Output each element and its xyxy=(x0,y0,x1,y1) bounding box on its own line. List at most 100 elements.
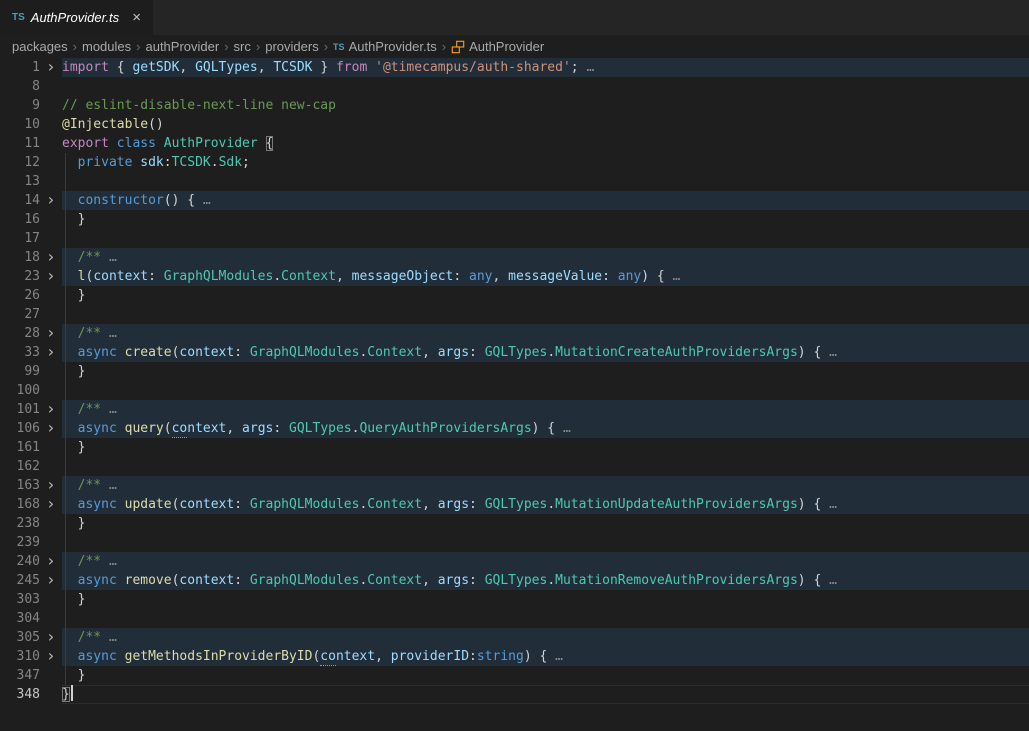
breadcrumb-item-modules[interactable]: modules xyxy=(82,39,131,54)
code-line-26[interactable]: 26 } xyxy=(0,286,1029,305)
code-line-239[interactable]: 239 xyxy=(0,533,1029,552)
token xyxy=(62,155,78,170)
code-line-163[interactable]: 163› /** … xyxy=(0,476,1029,495)
code-line-245[interactable]: 245› async remove(context: GraphQLModule… xyxy=(0,571,1029,590)
typescript-file-icon: TS xyxy=(12,12,25,23)
breadcrumb-item-authprovider[interactable]: authProvider xyxy=(145,39,219,54)
code-line-310[interactable]: 310› async getMethodsInProviderByID(cont… xyxy=(0,647,1029,666)
fold-chevron-icon[interactable]: › xyxy=(40,267,62,286)
breadcrumb-label: packages xyxy=(12,39,68,54)
code-line-162[interactable]: 162 xyxy=(0,457,1029,476)
code-line-18[interactable]: 18› /** … xyxy=(0,248,1029,267)
token: MutationRemoveAuthProvidersArgs xyxy=(555,573,798,588)
code-line-348[interactable]: 348} xyxy=(0,685,1029,704)
token xyxy=(101,402,109,417)
code-line-106[interactable]: 106› async query(context, args: GQLTypes… xyxy=(0,419,1029,438)
fold-chevron-icon[interactable]: › xyxy=(40,628,62,647)
code-line-1[interactable]: 1›import { getSDK, GQLTypes, TCSDK } fro… xyxy=(0,58,1029,77)
fold-chevron-icon[interactable]: › xyxy=(40,58,62,77)
code-line-8[interactable]: 8 xyxy=(0,77,1029,96)
token: /** xyxy=(78,630,101,645)
line-number: 168 xyxy=(0,495,40,514)
breadcrumb-label: AuthProvider.ts xyxy=(349,39,437,54)
tab-authprovider[interactable]: TS AuthProvider.ts × xyxy=(0,0,153,35)
breadcrumb-item-src[interactable]: src xyxy=(234,39,251,54)
fold-chevron-icon[interactable]: › xyxy=(40,400,62,419)
token xyxy=(117,345,125,360)
fold-chevron-icon[interactable]: › xyxy=(40,647,62,666)
code-line-11[interactable]: 11export class AuthProvider { xyxy=(0,134,1029,153)
token: … xyxy=(555,649,563,664)
fold-gutter xyxy=(40,666,62,685)
code-line-17[interactable]: 17 xyxy=(0,229,1029,248)
code-line-347[interactable]: 347 } xyxy=(0,666,1029,685)
code-text: async update(context: GraphQLModules.Con… xyxy=(62,495,1029,514)
token: context xyxy=(93,269,148,284)
code-line-13[interactable]: 13 xyxy=(0,172,1029,191)
code-line-12[interactable]: 12 private sdk:TCSDK.Sdk; xyxy=(0,153,1029,172)
code-line-100[interactable]: 100 xyxy=(0,381,1029,400)
code-line-27[interactable]: 27 xyxy=(0,305,1029,324)
code-line-238[interactable]: 238 } xyxy=(0,514,1029,533)
code-line-161[interactable]: 161 } xyxy=(0,438,1029,457)
fold-chevron-icon[interactable]: › xyxy=(40,571,62,590)
fold-chevron-icon[interactable]: › xyxy=(40,476,62,495)
fold-chevron-icon[interactable]: › xyxy=(40,419,62,438)
code-line-16[interactable]: 16 } xyxy=(0,210,1029,229)
token xyxy=(62,554,78,569)
fold-chevron-icon[interactable]: › xyxy=(40,324,62,343)
token: class xyxy=(117,136,156,151)
line-number: 347 xyxy=(0,666,40,685)
fold-gutter xyxy=(40,438,62,457)
fold-gutter xyxy=(40,134,62,153)
line-number: 10 xyxy=(0,115,40,134)
code-line-304[interactable]: 304 xyxy=(0,609,1029,628)
code-line-168[interactable]: 168› async update(context: GraphQLModule… xyxy=(0,495,1029,514)
line-number: 1 xyxy=(0,58,40,77)
breadcrumb-item-authprovider[interactable]: AuthProvider xyxy=(451,39,544,54)
token: args xyxy=(438,573,469,588)
token xyxy=(62,630,78,645)
token: … xyxy=(829,345,837,360)
code-text: // eslint-disable-next-line new-cap xyxy=(62,96,1029,115)
token: GraphQLModules xyxy=(250,345,360,360)
token: remove xyxy=(125,573,172,588)
code-line-303[interactable]: 303 } xyxy=(0,590,1029,609)
editor[interactable]: 1›import { getSDK, GQLTypes, TCSDK } fro… xyxy=(0,58,1029,704)
fold-chevron-icon[interactable]: › xyxy=(40,495,62,514)
text-cursor xyxy=(71,685,73,701)
fold-chevron-icon[interactable]: › xyxy=(40,552,62,571)
token: Context xyxy=(281,269,336,284)
fold-chevron-icon[interactable]: › xyxy=(40,248,62,267)
token: … xyxy=(109,326,117,341)
breadcrumb-label: src xyxy=(234,39,251,54)
token xyxy=(367,60,375,75)
code-line-14[interactable]: 14› constructor() { … xyxy=(0,191,1029,210)
code-line-10[interactable]: 10@Injectable() xyxy=(0,115,1029,134)
code-line-23[interactable]: 23› l(context: GraphQLModules.Context, m… xyxy=(0,267,1029,286)
code-text: } xyxy=(62,210,1029,229)
token: { xyxy=(109,60,132,75)
token: : xyxy=(469,345,485,360)
breadcrumb-label: providers xyxy=(265,39,318,54)
token: … xyxy=(563,421,571,436)
code-line-28[interactable]: 28› /** … xyxy=(0,324,1029,343)
token: TCSDK xyxy=(273,60,312,75)
close-icon[interactable]: × xyxy=(132,10,141,25)
fold-chevron-icon[interactable]: › xyxy=(40,343,62,362)
code-line-240[interactable]: 240› /** … xyxy=(0,552,1029,571)
class-symbol-icon xyxy=(451,40,465,54)
breadcrumb-item-authprovider-ts[interactable]: TSAuthProvider.ts xyxy=(333,39,437,54)
code-line-33[interactable]: 33› async create(context: GraphQLModules… xyxy=(0,343,1029,362)
token: AuthProvider xyxy=(164,136,258,151)
token: ) { xyxy=(798,345,829,360)
breadcrumb-item-providers[interactable]: providers xyxy=(265,39,318,54)
code-line-99[interactable]: 99 } xyxy=(0,362,1029,381)
token: create xyxy=(125,345,172,360)
code-line-9[interactable]: 9// eslint-disable-next-line new-cap xyxy=(0,96,1029,115)
code-line-305[interactable]: 305› /** … xyxy=(0,628,1029,647)
breadcrumb-item-packages[interactable]: packages xyxy=(12,39,68,54)
fold-chevron-icon[interactable]: › xyxy=(40,191,62,210)
tab-bar: TS AuthProvider.ts × xyxy=(0,0,1029,35)
code-line-101[interactable]: 101› /** … xyxy=(0,400,1029,419)
